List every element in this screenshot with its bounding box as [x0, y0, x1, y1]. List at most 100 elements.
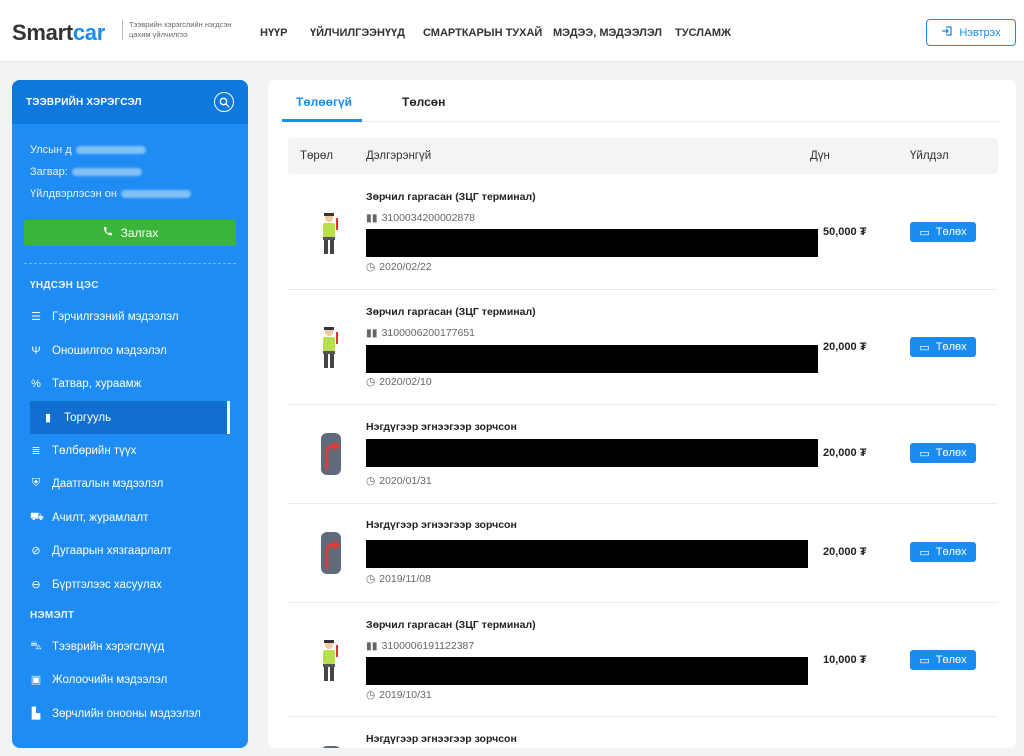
row-amount: 20,000 ₮	[823, 546, 867, 558]
login-button[interactable]: Нэвтрэх	[926, 19, 1016, 46]
sidebar-item-towing[interactable]: ⛟ Ачилт, журамлалт	[12, 501, 248, 534]
receipt-icon: ≣	[31, 445, 41, 457]
row-date-value: 2019/11/08	[379, 573, 431, 585]
sidebar-item-deregister[interactable]: ⊖ Бүртгэлээс хасуулах	[12, 568, 248, 601]
sidebar-item-violation-points[interactable]: ▙ Зөрчлийн онооны мэдээлэл	[12, 697, 248, 730]
clock-icon: ◷	[366, 475, 376, 487]
traffic-officer-icon	[323, 213, 338, 254]
logo-car-text: car	[72, 20, 105, 45]
smartcar-logo[interactable]: Smartcar	[12, 20, 105, 46]
table-header: Төрөл Дэлгэрэнгүй Дүн Үйлдэл	[288, 138, 998, 174]
sidebar-item-tax[interactable]: % Татвар, хураамж	[12, 367, 248, 400]
sidebar-title: ТЭЭВРИЙН ХЭРЭГСЭЛ	[26, 96, 142, 108]
lane-icon	[321, 433, 341, 475]
pay-button[interactable]: ▭ Төлөх	[910, 650, 976, 670]
sidebar-item-label: Зөрчлийн онооны мэдээлэл	[52, 707, 201, 720]
pay-label: Төлөх	[935, 654, 967, 666]
card-icon: ▭	[919, 447, 930, 460]
row-date-value: 2019/10/31	[379, 689, 432, 701]
file-icon: ▙	[31, 708, 41, 720]
row-amount: 50,000 ₮	[823, 226, 867, 238]
section-main: ҮНДСЭН ЦЭС	[30, 280, 99, 291]
sidebar-item-plate-restriction[interactable]: ⊘ Дугаарын хязгаарлалт	[12, 534, 248, 567]
tab-paid[interactable]: Төлсөн	[402, 95, 445, 109]
clock-icon: ◷	[366, 376, 376, 388]
plate-info: Улсын д	[30, 144, 146, 156]
col-type: Төрөл	[300, 150, 333, 162]
login-label: Нэвтрэх	[959, 26, 1001, 39]
sidebar-item-payment-history[interactable]: ≣ Төлбөрийн түүх	[12, 434, 248, 467]
traffic-officer-icon	[323, 327, 338, 368]
col-amount: Дүн	[810, 150, 830, 162]
card-icon: ▭	[919, 226, 930, 239]
year-value-blurred	[120, 190, 191, 199]
plate-label: Улсын д	[30, 144, 72, 156]
sidebar-item-label: Ачилт, журамлалт	[52, 511, 149, 524]
sidebar-item-vehicles[interactable]: ⛍ Тээврийн хэрэгслүүд	[12, 630, 248, 663]
nav-services[interactable]: ҮЙЛЧИЛГЭЭНҮҮД	[310, 27, 405, 39]
barcode-icon: ▮▮	[366, 212, 378, 224]
id-card-icon: ▣	[30, 674, 42, 686]
pay-button[interactable]: ▭ Төлөх	[910, 542, 976, 562]
card-icon: ▭	[919, 654, 930, 667]
document-icon: ▮	[44, 412, 52, 424]
row-code: ▮▮ 3100006191122387	[366, 640, 474, 652]
sidebar-item-fines[interactable]: ▮ Торгууль	[30, 401, 230, 434]
row-title: Нэгдүгээр эгнээгээр зорчсон	[366, 733, 517, 745]
barcode-icon: ▮▮	[366, 640, 378, 652]
nav-help[interactable]: ТУСЛАМЖ	[675, 27, 731, 39]
call-button[interactable]: Залгах	[24, 220, 236, 246]
model-label: Загвар:	[30, 166, 68, 178]
pay-button[interactable]: ▭ Төлөх	[910, 443, 976, 463]
nav-home[interactable]: НҮҮР	[260, 27, 288, 39]
stethoscope-icon: Ψ	[31, 344, 41, 357]
row-title: Зөрчил гаргасан (ЗЦГ терминал)	[366, 191, 536, 203]
table-row: Нэгдүгээр эгнээгээр зорчсон	[288, 717, 998, 748]
pay-button[interactable]: ▭ Төлөх	[910, 337, 976, 357]
row-title: Зөрчил гаргасан (ЗЦГ терминал)	[366, 306, 536, 318]
row-date-value: 2020/01/31	[379, 475, 432, 487]
sidebar-item-label: Гэрчилгээний мэдээлэл	[52, 310, 179, 323]
redacted-address	[366, 345, 818, 373]
percent-icon: %	[31, 377, 41, 390]
active-tab-indicator	[282, 119, 362, 122]
redacted-address	[366, 229, 818, 257]
shield-icon: ⛨	[31, 477, 41, 489]
sidebar-item-certificate[interactable]: ☰ Гэрчилгээний мэдээлэл	[12, 300, 248, 333]
minus-circle-icon: ⊖	[31, 579, 41, 591]
row-date: ◷ 2019/11/08	[366, 573, 431, 585]
row-amount: 20,000 ₮	[823, 447, 867, 459]
sidebar-item-diagnostics[interactable]: Ψ Оношилгоо мэдээлэл	[12, 334, 248, 367]
sidebar-header: ТЭЭВРИЙН ХЭРЭГСЭЛ	[12, 80, 248, 124]
list-icon: ☰	[31, 311, 41, 323]
payment-tabs: Төлөөгүй Төлсөн	[282, 80, 1002, 122]
table-row: Нэгдүгээр эгнээгээр зорчсон ◷ 2020/01/31 …	[288, 405, 998, 504]
row-code-value: 3100034200002878	[381, 212, 475, 224]
tab-unpaid[interactable]: Төлөөгүй	[296, 95, 352, 109]
pay-label: Төлөх	[935, 447, 967, 459]
call-label: Залгах	[120, 226, 159, 240]
barcode-icon: ▮▮	[366, 327, 378, 339]
col-action: Үйлдэл	[910, 150, 949, 162]
nav-news[interactable]: МЭДЭЭ, МЭДЭЭЛЭЛ	[553, 27, 662, 39]
clock-icon: ◷	[366, 261, 376, 273]
table-row: Зөрчил гаргасан (ЗЦГ терминал) ▮▮ 3100034…	[288, 176, 998, 290]
sidebar-item-driver[interactable]: ▣ Жолоочийн мэдээлэл	[12, 663, 248, 696]
sidebar-item-label: Торгууль	[64, 411, 112, 424]
login-icon	[941, 25, 953, 40]
row-date: ◷ 2020/02/10	[366, 376, 432, 388]
card-icon: ▭	[919, 546, 930, 559]
pay-button[interactable]: ▭ Төлөх	[910, 222, 976, 242]
table-row: Зөрчил гаргасан (ЗЦГ терминал) ▮▮ 3100006…	[288, 603, 998, 717]
top-header: Smartcar Тээврийн хэрэгслийн нэгдсэн цах…	[0, 0, 1024, 62]
row-date-value: 2020/02/10	[379, 376, 432, 388]
clock-icon: ◷	[366, 689, 376, 701]
nav-about[interactable]: СМАРТКАРЫН ТУХАЙ	[423, 27, 542, 39]
sidebar-item-insurance[interactable]: ⛨ Даатгалын мэдээлэл	[12, 467, 248, 500]
sidebar-item-label: Татвар, хураамж	[52, 377, 142, 390]
row-title: Нэгдүгээр эгнээгээр зорчсон	[366, 421, 517, 433]
table-row: Зөрчил гаргасан (ЗЦГ терминал) ▮▮ 3100006…	[288, 290, 998, 405]
car-icon: ⛍	[30, 639, 42, 652]
card-icon: ▭	[919, 341, 930, 354]
search-icon[interactable]	[214, 92, 234, 112]
